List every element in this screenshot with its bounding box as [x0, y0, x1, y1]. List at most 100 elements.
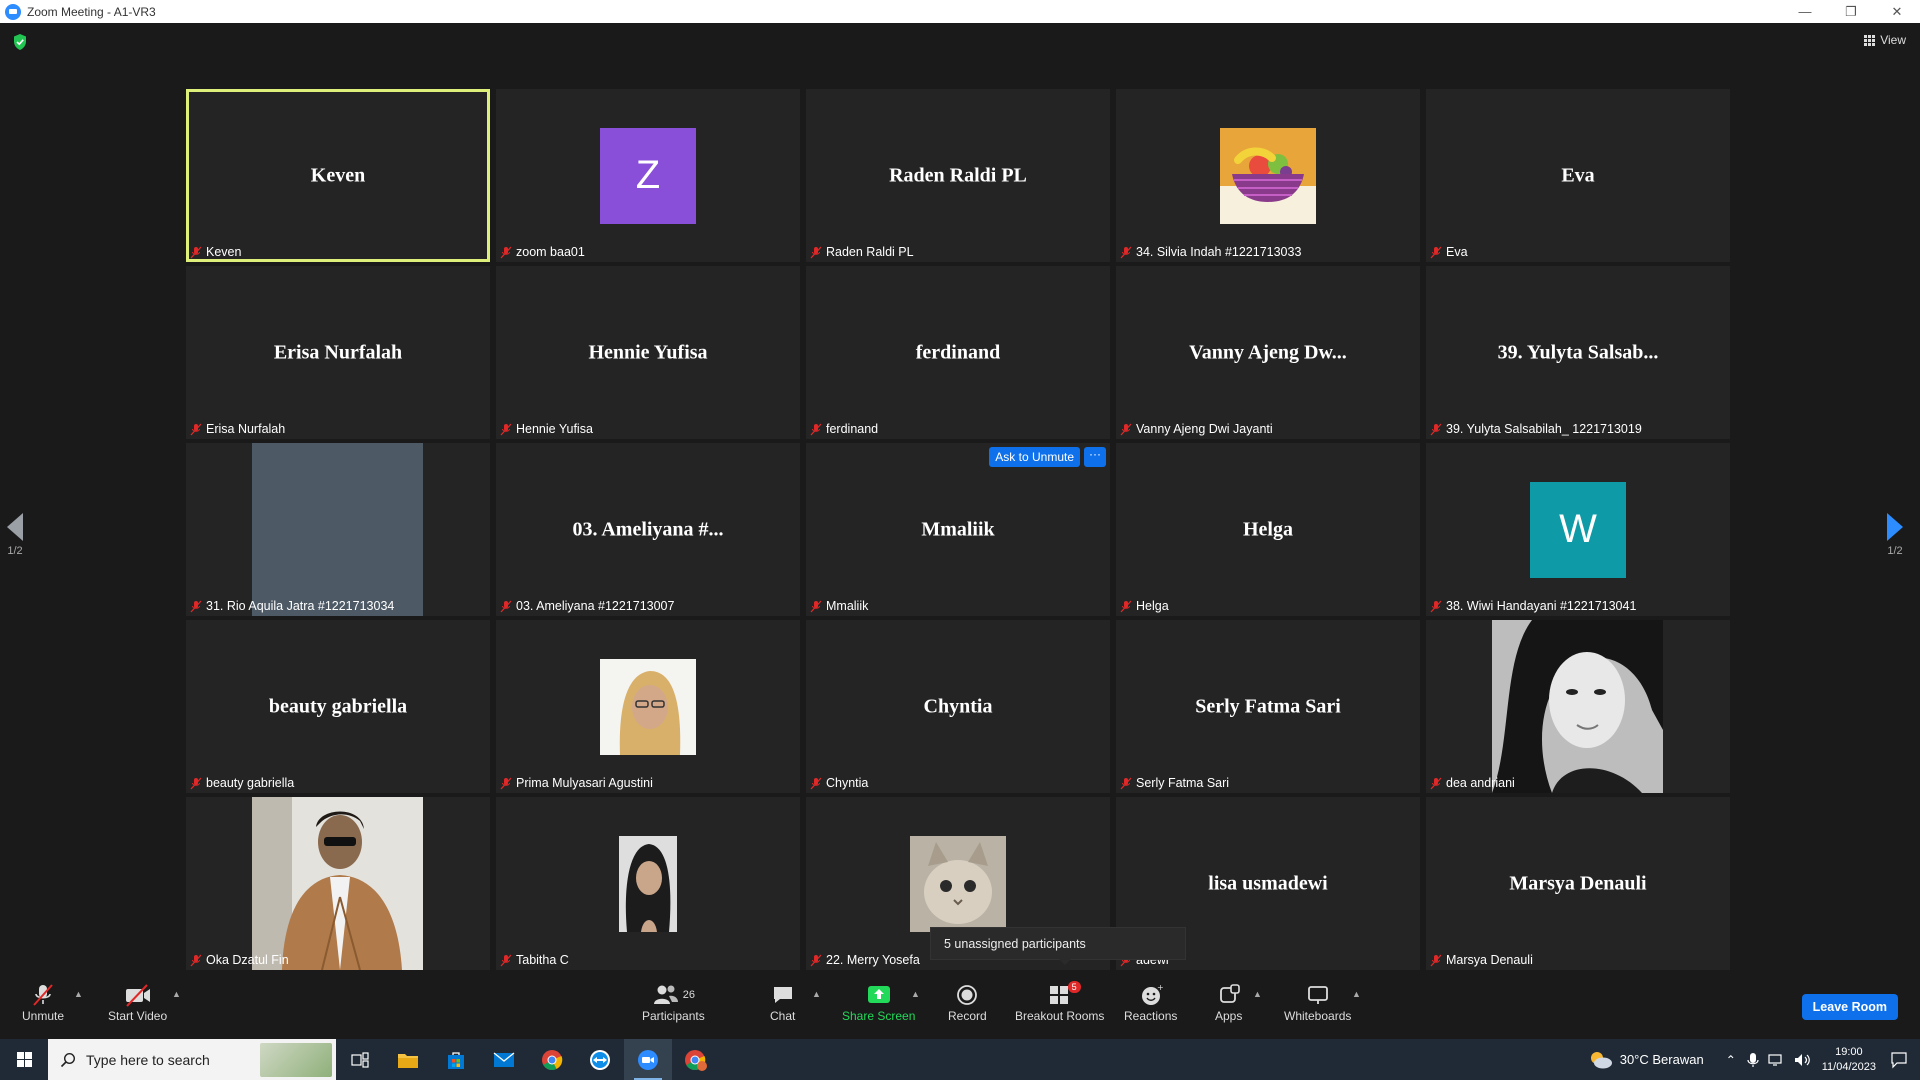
store-button[interactable]: [432, 1039, 480, 1080]
record-label: Record: [948, 1009, 987, 1023]
tray-overflow-chevron-icon[interactable]: ⌃: [1726, 1053, 1736, 1067]
participant-tile[interactable]: Zzoom baa01: [496, 89, 800, 262]
participant-tile[interactable]: Erisa Nurfalah Erisa Nurfalah: [186, 266, 490, 439]
start-button[interactable]: [0, 1039, 48, 1080]
unassigned-participants-tooltip: 5 unassigned participants: [930, 927, 1186, 965]
participant-tile[interactable]: Raden Raldi PL Raden Raldi PL: [806, 89, 1110, 262]
chrome-profile-button[interactable]: [672, 1039, 720, 1080]
meeting-toolbar: Unmute ▲ Start Video ▲ 26 Participants C…: [0, 975, 1920, 1039]
apps-options-caret[interactable]: ▲: [1253, 989, 1262, 999]
zoom-icon: [638, 1049, 658, 1070]
prev-page-button[interactable]: 1/2: [0, 513, 30, 557]
restore-button[interactable]: ❐: [1828, 0, 1874, 23]
audio-options-caret[interactable]: ▲: [74, 989, 83, 999]
ask-to-unmute-button[interactable]: Ask to Unmute: [989, 447, 1080, 467]
participant-display-name: Hennie Yufisa: [588, 341, 708, 363]
weather-widget[interactable]: 30°C Berawan: [1588, 1049, 1704, 1071]
participant-tile[interactable]: 39. Yulyta Salsab... 39. Yulyta Salsabila…: [1426, 266, 1730, 439]
participants-button[interactable]: 26 Participants: [642, 981, 705, 1023]
participant-tile[interactable]: dea andriani: [1426, 620, 1730, 793]
participant-display-name: beauty gabriella: [268, 695, 408, 717]
network-icon[interactable]: [1768, 1053, 1786, 1067]
mic-muted-icon: [500, 246, 512, 258]
breakout-rooms-button[interactable]: 5 Breakout Rooms: [1015, 981, 1104, 1023]
notifications-icon[interactable]: [1890, 1051, 1908, 1069]
chat-button[interactable]: Chat: [770, 981, 795, 1023]
arrow-left-icon: [7, 513, 23, 541]
participant-tile[interactable]: Chyntia Chyntia: [806, 620, 1110, 793]
participant-tile[interactable]: Helga Helga: [1116, 443, 1420, 616]
participant-tile[interactable]: Oka Dzatul Fin: [186, 797, 490, 970]
minimize-button[interactable]: —: [1782, 0, 1828, 23]
participants-icon: [653, 985, 678, 1004]
participant-tile[interactable]: Tabitha C: [496, 797, 800, 970]
windows-taskbar: Type here to search 30°C Berawan ⌃ 19:00…: [0, 1039, 1920, 1080]
file-explorer-button[interactable]: [384, 1039, 432, 1080]
windows-logo-icon: [16, 1052, 32, 1067]
share-screen-label: Share Screen: [842, 1009, 916, 1023]
teamviewer-button[interactable]: [576, 1039, 624, 1080]
chat-options-caret[interactable]: ▲: [812, 989, 821, 999]
participant-name-label: 22. Merry Yosefa: [810, 952, 923, 968]
clock-time: 19:00: [1835, 1045, 1863, 1058]
volume-icon[interactable]: [1794, 1053, 1812, 1067]
leave-room-button[interactable]: Leave Room: [1801, 994, 1898, 1020]
participant-tile[interactable]: 03. Ameliyana #... 03. Ameliyana #1221713…: [496, 443, 800, 616]
teamviewer-icon: [590, 1049, 610, 1070]
participant-tile[interactable]: W 38. Wiwi Handayani #1221713041: [1426, 443, 1730, 616]
task-view-icon: [351, 1051, 369, 1068]
microphone-tray-icon[interactable]: [1746, 1052, 1760, 1068]
share-options-caret[interactable]: ▲: [911, 989, 920, 999]
participant-tile[interactable]: beauty gabriella beauty gabriella: [186, 620, 490, 793]
more-options-button[interactable]: ···: [1084, 447, 1106, 467]
participant-tile[interactable]: 31. Rio Aquila Jatra #1221713034: [186, 443, 490, 616]
start-video-button[interactable]: Start Video: [108, 981, 167, 1023]
participant-tile[interactable]: Keven Keven: [186, 89, 490, 262]
share-screen-button[interactable]: Share Screen: [842, 981, 915, 1023]
participant-tile[interactable]: Eva Eva: [1426, 89, 1730, 262]
security-shield-icon[interactable]: [12, 33, 28, 51]
participant-name-label: 34. Silvia Indah #1221713033: [1120, 244, 1304, 260]
participant-name-label: Chyntia: [810, 775, 871, 791]
taskbar-search-box[interactable]: Type here to search: [48, 1039, 336, 1080]
participant-display-name: Eva: [1561, 164, 1595, 186]
clock-date: 11/04/2023: [1821, 1060, 1876, 1073]
chrome-button[interactable]: [528, 1039, 576, 1080]
weather-cloud-icon: [1590, 1051, 1612, 1068]
gallery-grid-icon: [1864, 34, 1876, 46]
participant-tile[interactable]: Vanny Ajeng Dw... Vanny Ajeng Dwi Jayanti: [1116, 266, 1420, 439]
task-view-button[interactable]: [336, 1039, 384, 1080]
participant-name-label: Marsya Denauli: [1430, 952, 1536, 968]
participant-tile[interactable]: 34. Silvia Indah #1221713033: [1116, 89, 1420, 262]
participant-name: Tabitha C: [516, 953, 569, 967]
participant-name: dea andriani: [1446, 776, 1515, 790]
system-tray: 30°C Berawan ⌃ 19:00 11/04/2023: [1588, 1039, 1920, 1080]
video-options-caret[interactable]: ▲: [172, 989, 181, 999]
participant-name-label: Erisa Nurfalah: [190, 421, 288, 437]
apps-icon: [1219, 984, 1240, 1003]
clock[interactable]: 19:00 11/04/2023: [1822, 1045, 1876, 1075]
reactions-button[interactable]: + Reactions: [1124, 981, 1177, 1023]
participant-name-label: Tabitha C: [500, 952, 572, 968]
participant-tile[interactable]: ferdinand ferdinand: [806, 266, 1110, 439]
apps-button[interactable]: Apps: [1215, 981, 1242, 1023]
zoom-taskbar-button[interactable]: [624, 1039, 672, 1080]
next-page-button[interactable]: 1/2: [1880, 513, 1910, 557]
participant-tile[interactable]: Serly Fatma Sari Serly Fatma Sari: [1116, 620, 1420, 793]
participant-tile[interactable]: Hennie Yufisa Hennie Yufisa: [496, 266, 800, 439]
whiteboards-button[interactable]: Whiteboards: [1284, 981, 1351, 1023]
unmute-button[interactable]: Unmute: [22, 981, 64, 1023]
whiteboards-options-caret[interactable]: ▲: [1352, 989, 1361, 999]
participant-display-name: 39. Yulyta Salsab...: [1497, 341, 1659, 363]
participant-name-label: zoom baa01: [500, 244, 588, 260]
participant-tile[interactable]: Marsya Denauli Marsya Denauli: [1426, 797, 1730, 970]
participant-name: Erisa Nurfalah: [206, 422, 286, 436]
close-button[interactable]: ✕: [1874, 0, 1920, 23]
view-button[interactable]: View: [1864, 33, 1906, 47]
mail-button[interactable]: [480, 1039, 528, 1080]
participant-tile[interactable]: Mmaliik Ask to Unmute ··· Mmaliik: [806, 443, 1110, 616]
participant-tile[interactable]: Prima Mulyasari Agustini: [496, 620, 800, 793]
record-button[interactable]: Record: [948, 981, 987, 1023]
participant-name-label: dea andriani: [1430, 775, 1518, 791]
reactions-label: Reactions: [1124, 1009, 1178, 1023]
